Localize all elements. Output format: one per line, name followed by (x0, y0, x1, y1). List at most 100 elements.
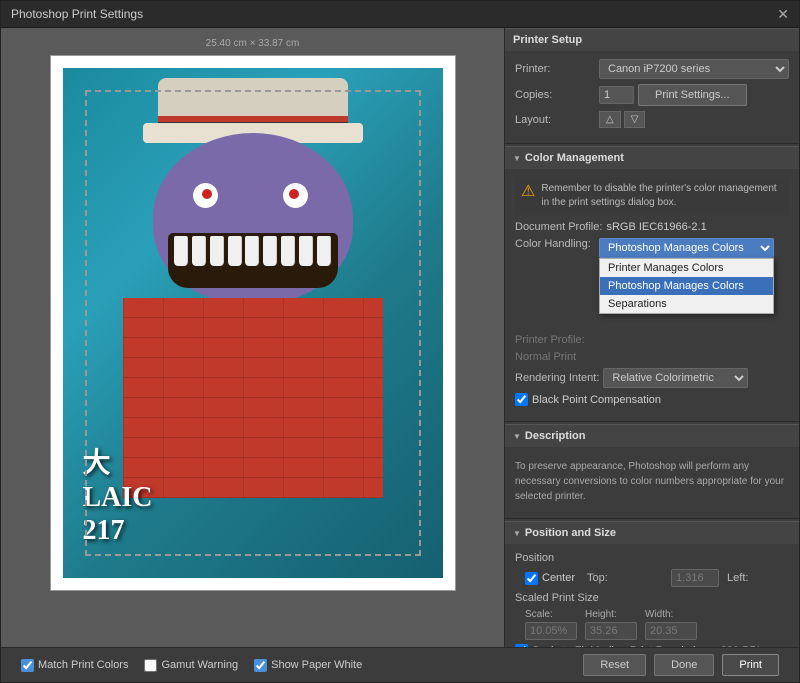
divider-3 (505, 518, 799, 519)
copies-field-row: Copies: Print Settings... (515, 84, 789, 106)
rendering-intent-select[interactable]: Relative Colorimetric (603, 368, 748, 388)
show-paper-white-checkbox[interactable] (254, 659, 267, 672)
doc-profile-label: Document Profile: (515, 221, 602, 233)
tooth (299, 236, 313, 266)
show-paper-white-item[interactable]: Show Paper White (254, 659, 362, 672)
gamut-warning-item[interactable]: Gamut Warning (144, 659, 238, 672)
graffiti-line3: 217 (83, 514, 153, 548)
doc-profile-value: sRGB IEC61966-2.1 (606, 221, 706, 233)
color-handling-select[interactable]: Photoshop Manages Colors (599, 238, 774, 258)
printer-profile-label: Printer Profile: (515, 334, 595, 346)
black-point-checkbox[interactable] (515, 393, 528, 406)
tooth (174, 236, 188, 266)
tooth (228, 236, 242, 266)
description-header[interactable]: ▼ Description (505, 424, 799, 447)
printer-field-row: Printer: Canon iP7200 series (515, 59, 789, 79)
tooth (281, 236, 295, 266)
layout-portrait-button[interactable]: △ (599, 111, 621, 128)
printer-select[interactable]: Canon iP7200 series (599, 59, 789, 79)
layout-label: Layout: (515, 114, 595, 126)
copies-input[interactable] (599, 86, 634, 104)
mouth-area (168, 233, 338, 288)
height-input[interactable] (585, 622, 637, 640)
dialog-window: Photoshop Print Settings ✕ 25.40 cm × 33… (0, 0, 800, 683)
color-management-content: ⚠ Remember to disable the printer's colo… (505, 169, 799, 419)
normal-print-row: Normal Print (515, 351, 789, 363)
position-label: Position (515, 552, 595, 564)
eye-right (283, 183, 308, 208)
option-photoshop-manages[interactable]: Photoshop Manages Colors (600, 277, 773, 295)
width-input[interactable] (645, 622, 697, 640)
graffiti-line2: LAIC (83, 481, 153, 515)
bottom-bar: Match Print Colors Gamut Warning Show Pa… (1, 647, 799, 682)
tooth (263, 236, 277, 266)
done-button[interactable]: Done (654, 654, 714, 676)
layout-landscape-button[interactable]: ▽ (624, 111, 646, 128)
teeth (168, 233, 338, 266)
right-panel: Printer Setup Printer: Canon iP7200 seri… (504, 28, 799, 647)
layout-field-row: Layout: △ ▽ (515, 111, 789, 128)
scaled-print-label: Scaled Print Size (515, 592, 599, 604)
description-content: To preserve appearance, Photoshop will p… (505, 447, 799, 516)
preview-image-container: 大 LAIC 217 (50, 55, 456, 591)
print-settings-button[interactable]: Print Settings... (638, 84, 747, 106)
pos-arrow: ▼ (513, 529, 521, 538)
scale-input[interactable] (525, 622, 577, 640)
graffiti-line1: 大 (83, 447, 153, 481)
tooth (317, 236, 331, 266)
color-handling-row: Color Handling: Photoshop Manages Colors… (515, 238, 789, 258)
close-button[interactable]: ✕ (777, 7, 789, 21)
position-size-header[interactable]: ▼ Position and Size (505, 521, 799, 544)
warning-box: ⚠ Remember to disable the printer's colo… (515, 177, 789, 215)
main-content: 25.40 cm × 33.87 cm (1, 28, 799, 647)
color-handling-options: Printer Manages Colors Photoshop Manages… (599, 258, 774, 314)
bottom-buttons: Reset Done Print (583, 654, 779, 676)
position-size-label: Position and Size (525, 527, 616, 539)
tooth (192, 236, 206, 266)
width-col-label: Width: (645, 609, 697, 620)
color-handling-dropdown-container: Photoshop Manages Colors Printer Manages… (599, 238, 774, 258)
color-management-header[interactable]: ▼ Color Management (505, 146, 799, 169)
color-management-label: Color Management (525, 152, 624, 164)
center-checkbox[interactable] (525, 572, 538, 585)
document-profile-row: Document Profile: sRGB IEC61966-2.1 (515, 221, 789, 233)
reset-button[interactable]: Reset (583, 654, 646, 676)
option-separations[interactable]: Separations (600, 295, 773, 313)
pupil-right (289, 189, 299, 199)
size-fields-row: Scale: Height: Width: (525, 609, 789, 640)
eye-left (193, 183, 218, 208)
window-title: Photoshop Print Settings (11, 7, 143, 21)
desc-arrow: ▼ (513, 432, 521, 441)
preview-panel: 25.40 cm × 33.87 cm (1, 28, 504, 647)
match-print-colors-checkbox[interactable] (21, 659, 34, 672)
graffiti-figure: 大 LAIC 217 (63, 68, 443, 578)
preview-image: 大 LAIC 217 (63, 68, 443, 578)
height-col-label: Height: (585, 609, 637, 620)
body-brick (123, 298, 383, 498)
match-print-colors-item[interactable]: Match Print Colors (21, 659, 128, 672)
scaled-print-label-row: Scaled Print Size (515, 592, 789, 604)
left-label: Left: (727, 572, 799, 584)
match-print-colors-label: Match Print Colors (38, 659, 128, 671)
top-label: Top: (587, 572, 667, 584)
gamut-warning-label: Gamut Warning (161, 659, 238, 671)
printer-profile-row: Printer Profile: (515, 334, 789, 346)
black-point-row: Black Point Compensation (515, 393, 789, 406)
show-paper-white-label: Show Paper White (271, 659, 362, 671)
warning-text: Remember to disable the printer's color … (541, 182, 783, 210)
option-printer-manages[interactable]: Printer Manages Colors (600, 259, 773, 277)
print-button[interactable]: Print (722, 654, 779, 676)
description-text: To preserve appearance, Photoshop will p… (515, 455, 789, 508)
printer-setup-header[interactable]: Printer Setup (505, 28, 799, 51)
top-input[interactable] (671, 569, 719, 587)
tooth (210, 236, 224, 266)
position-label-row: Position (515, 552, 789, 564)
position-size-content: Position Center Top: Left: Scaled Print … (505, 544, 799, 647)
width-col: Width: (645, 609, 697, 640)
height-col: Height: (585, 609, 637, 640)
center-row: Center Top: Left: (515, 569, 789, 587)
pupil-left (202, 189, 212, 199)
black-point-label: Black Point Compensation (532, 394, 661, 406)
gamut-warning-checkbox[interactable] (144, 659, 157, 672)
color-mgmt-arrow: ▼ (513, 154, 521, 163)
